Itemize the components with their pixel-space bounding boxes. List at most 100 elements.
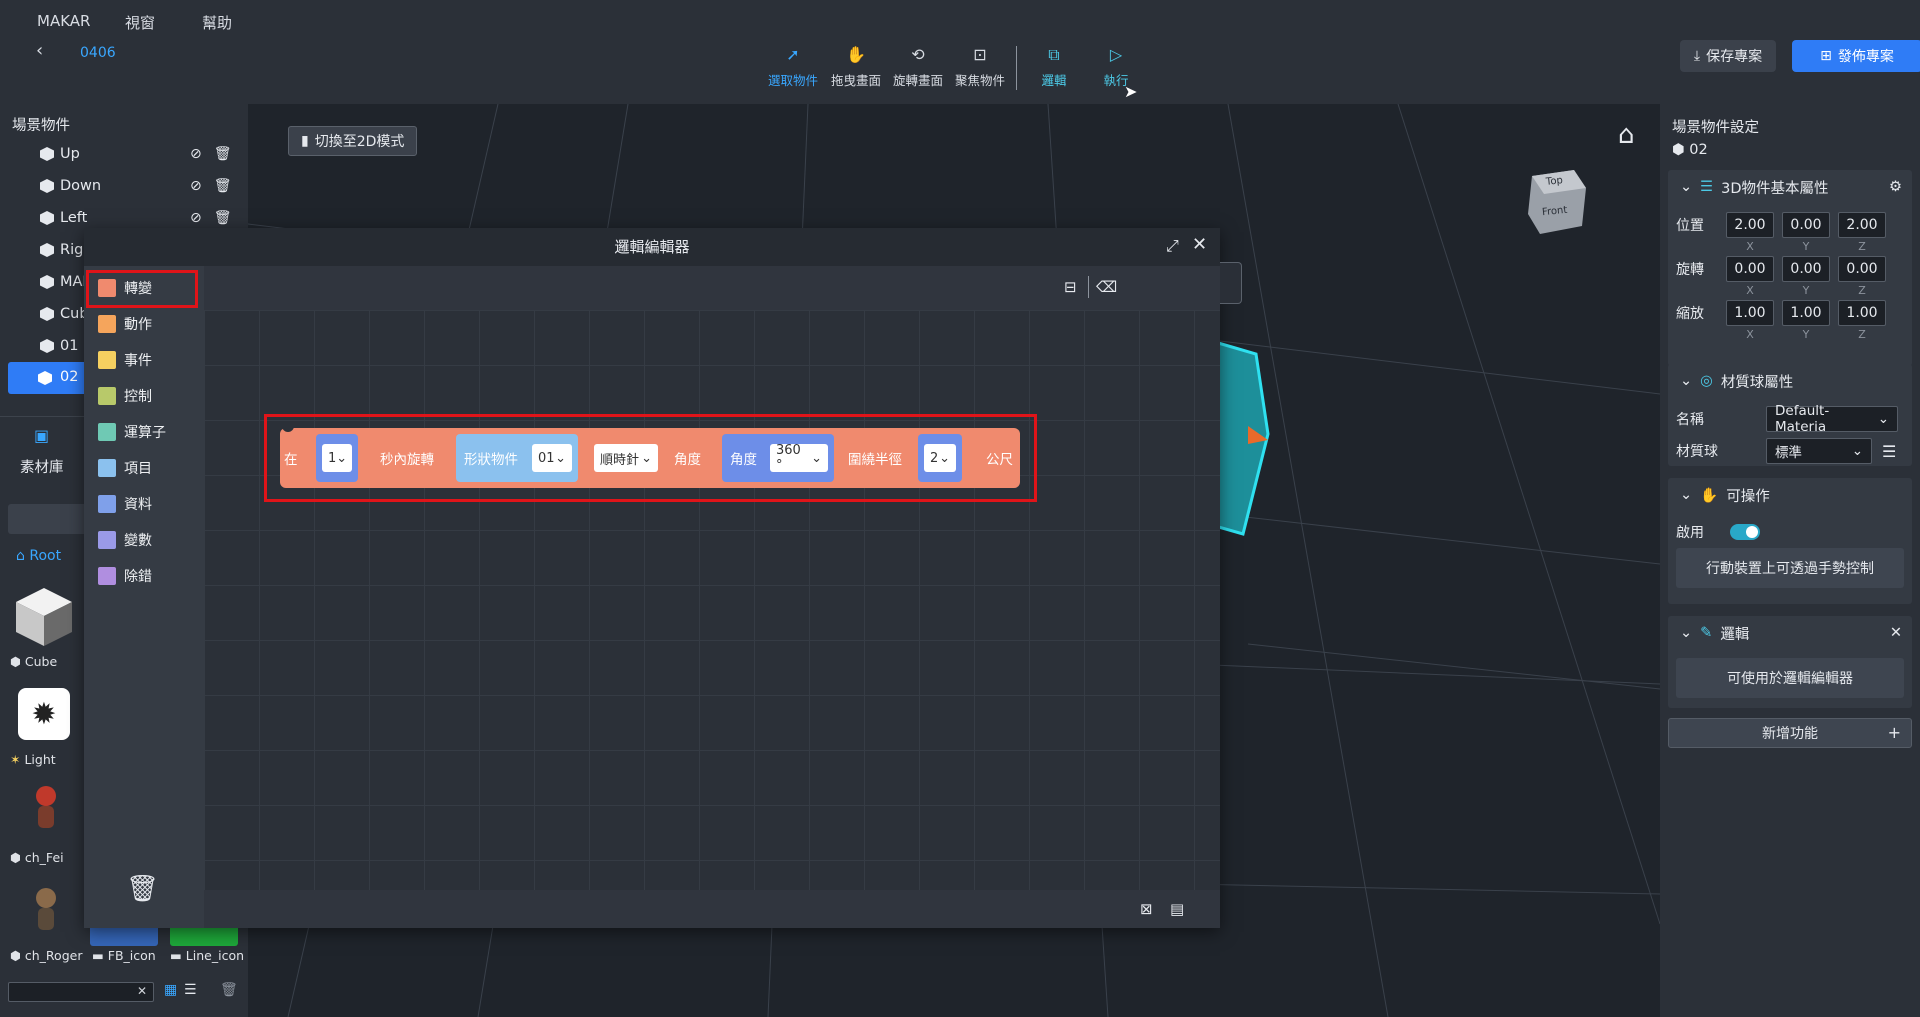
scale-label: 縮放 <box>1676 306 1704 322</box>
tool-select-object[interactable]: ➚ 選取物件 <box>761 44 825 89</box>
tool-run[interactable]: ▷ 執行 <box>1084 44 1148 89</box>
angle-dropdown[interactable]: 360 ° ⌄ <box>770 443 828 473</box>
visibility-off-icon[interactable]: ⊘ <box>190 146 202 162</box>
close-icon[interactable]: ✕ <box>1192 234 1207 255</box>
scene-objects-title: 場景物件 <box>12 118 70 134</box>
axis-x-label: X <box>1746 240 1754 253</box>
menu-makar[interactable]: MAKAR <box>37 12 90 30</box>
ch-roger-asset-thumbnail[interactable] <box>28 884 64 934</box>
scale-z-field[interactable]: 1.00 <box>1838 300 1886 326</box>
trash-icon[interactable]: 🗑 <box>126 874 159 904</box>
scene-item-up[interactable]: Up ⊘ 🗑 <box>0 138 248 170</box>
log-icon[interactable]: ▤ <box>1170 900 1184 918</box>
material-name-dropdown[interactable]: Default-Materia ⌄ <box>1766 403 1898 435</box>
settings-icon[interactable]: ⚙ <box>1889 179 1902 195</box>
clean-icon[interactable]: ⌫ <box>1096 278 1117 296</box>
logic-header[interactable]: ⌄ ✎ 邏輯 ✕ <box>1668 616 1912 650</box>
view-gizmo-cube[interactable]: Top Front <box>1524 166 1588 236</box>
tool-logic[interactable]: ⧉ 邏輯 <box>1022 44 1086 89</box>
material-icon: ◎ <box>1700 373 1713 389</box>
seconds-dropdown[interactable]: 1 ⌄ <box>322 444 352 472</box>
position-y-field[interactable]: 0.00 <box>1782 212 1830 238</box>
material-ball-dropdown[interactable]: 標準 ⌄ <box>1766 438 1872 464</box>
block-category-palette: 轉變 動作 事件 控制 運算子 項目 資料 變數 除錯 🗑 <box>84 266 204 928</box>
seconds-slot: 1 ⌄ <box>316 434 358 482</box>
visibility-off-icon[interactable]: ⊘ <box>190 178 202 194</box>
trash-icon[interactable]: 🗑 <box>214 178 232 194</box>
cube-icon <box>40 179 54 193</box>
logic-section: ⌄ ✎ 邏輯 ✕ 可使用於邏輯編輯器 <box>1668 616 1912 708</box>
rotation-y-field[interactable]: 0.00 <box>1782 256 1830 282</box>
light-icon: ✹ <box>31 696 57 732</box>
cube-icon <box>40 307 54 321</box>
category-action[interactable]: 動作 <box>84 306 204 342</box>
publish-icon: ⊞ <box>1820 48 1832 64</box>
tool-rotate-view[interactable]: ⟲ 旋轉畫面 <box>886 44 950 89</box>
basic-properties-header[interactable]: ⌄ ☰ 3D物件基本屬性 ⚙ <box>1668 170 1912 204</box>
scene-item-02-selected[interactable]: 02 <box>8 362 88 394</box>
asset-library-title[interactable]: 素材庫 <box>20 456 64 477</box>
close-icon[interactable]: ✕ <box>1890 625 1902 641</box>
category-event[interactable]: 事件 <box>84 342 204 378</box>
list-view-icon[interactable]: ☰ <box>184 982 197 998</box>
back-chevron-icon[interactable]: ‹ <box>36 40 43 61</box>
light-asset-thumbnail[interactable]: ✹ <box>18 688 70 740</box>
grid-view-icon[interactable]: ▦ <box>164 982 177 998</box>
scene-item-down[interactable]: Down ⊘ 🗑 <box>0 170 248 202</box>
category-swatch <box>98 315 116 333</box>
panel-tab[interactable] <box>1220 262 1242 304</box>
category-control[interactable]: 控制 <box>84 378 204 414</box>
add-feature-button[interactable]: 新增功能 + <box>1668 718 1912 748</box>
position-x-field[interactable]: 2.00 <box>1726 212 1774 238</box>
category-variable[interactable]: 變數 <box>84 522 204 558</box>
clear-icon[interactable]: ✕ <box>137 984 147 998</box>
tool-pan-view[interactable]: ✋ 拖曳畫面 <box>824 44 888 89</box>
chevron-down-icon: ⌄ <box>939 450 950 466</box>
expand-icon[interactable]: ⤢ <box>1166 236 1179 256</box>
menu-help[interactable]: 幫助 <box>202 12 232 33</box>
rotation-z-field[interactable]: 0.00 <box>1838 256 1886 282</box>
save-project-button[interactable]: ⤓ 保存專案 <box>1680 40 1776 72</box>
layout-icon[interactable]: ⊟ <box>1064 278 1077 296</box>
logic-workspace[interactable] <box>204 310 1220 890</box>
visibility-off-icon[interactable]: ⊘ <box>190 210 202 226</box>
cube-asset-thumbnail[interactable] <box>12 584 76 648</box>
ch-fei-asset-thumbnail[interactable] <box>28 782 64 832</box>
category-operator[interactable]: 運算子 <box>84 414 204 450</box>
tool-focus-object[interactable]: ⊡ 聚焦物件 <box>948 44 1012 89</box>
scale-y-field[interactable]: 1.00 <box>1782 300 1830 326</box>
category-swatch <box>98 567 116 585</box>
asset-search-box[interactable] <box>8 504 88 534</box>
logic-editor-title: 邏輯編輯器 <box>84 228 1220 266</box>
interactive-header[interactable]: ⌄ ✋ 可操作 <box>1668 478 1912 512</box>
category-data[interactable]: 資料 <box>84 486 204 522</box>
menu-window[interactable]: 視窗 <box>125 12 155 33</box>
material-header[interactable]: ⌄ ◎ 材質球屬性 <box>1668 364 1912 398</box>
logic-editor-info: 可使用於邏輯編輯器 <box>1676 658 1904 698</box>
cursor-icon: ➚ <box>786 45 800 64</box>
scale-x-field[interactable]: 1.00 <box>1726 300 1774 326</box>
home-icon[interactable]: ⌂ <box>1618 120 1635 150</box>
trash-icon[interactable]: 🗑 <box>214 210 232 226</box>
position-z-field[interactable]: 2.00 <box>1838 212 1886 238</box>
asset-filter-input[interactable]: ✕ <box>8 982 154 1002</box>
category-swatch <box>98 531 116 549</box>
enable-toggle[interactable] <box>1730 524 1760 540</box>
object-dropdown[interactable]: 01 ⌄ <box>532 444 572 472</box>
trash-icon[interactable]: 🗑 <box>220 982 238 998</box>
category-item[interactable]: 項目 <box>84 450 204 486</box>
toggle-2d-button[interactable]: ▮ 切換至2D模式 <box>288 126 418 156</box>
radius-dropdown[interactable]: 2 ⌄ <box>924 444 956 472</box>
category-debug[interactable]: 除錯 <box>84 558 204 594</box>
rotation-x-field[interactable]: 0.00 <box>1726 256 1774 282</box>
publish-project-button[interactable]: ⊞ 發佈專案 <box>1792 40 1920 72</box>
cube-icon <box>40 211 54 225</box>
menu-icon[interactable]: ☰ <box>1882 442 1896 461</box>
root-breadcrumb[interactable]: ⌂ Root <box>16 548 61 564</box>
trash-icon[interactable]: 🗑 <box>214 146 232 162</box>
direction-dropdown[interactable]: 順時針 ⌄ <box>594 444 658 472</box>
chevron-down-icon: ⌄ <box>641 450 652 466</box>
cube-icon <box>40 275 54 289</box>
rotate-around-block[interactable]: 在 1 ⌄ 秒內旋轉 形狀物件 01 ⌄ 順時針 ⌄ 角度 角度 360 ° ⌄ 圍繞半… <box>280 422 1020 488</box>
clear-all-icon[interactable]: ⊠ <box>1140 900 1153 918</box>
